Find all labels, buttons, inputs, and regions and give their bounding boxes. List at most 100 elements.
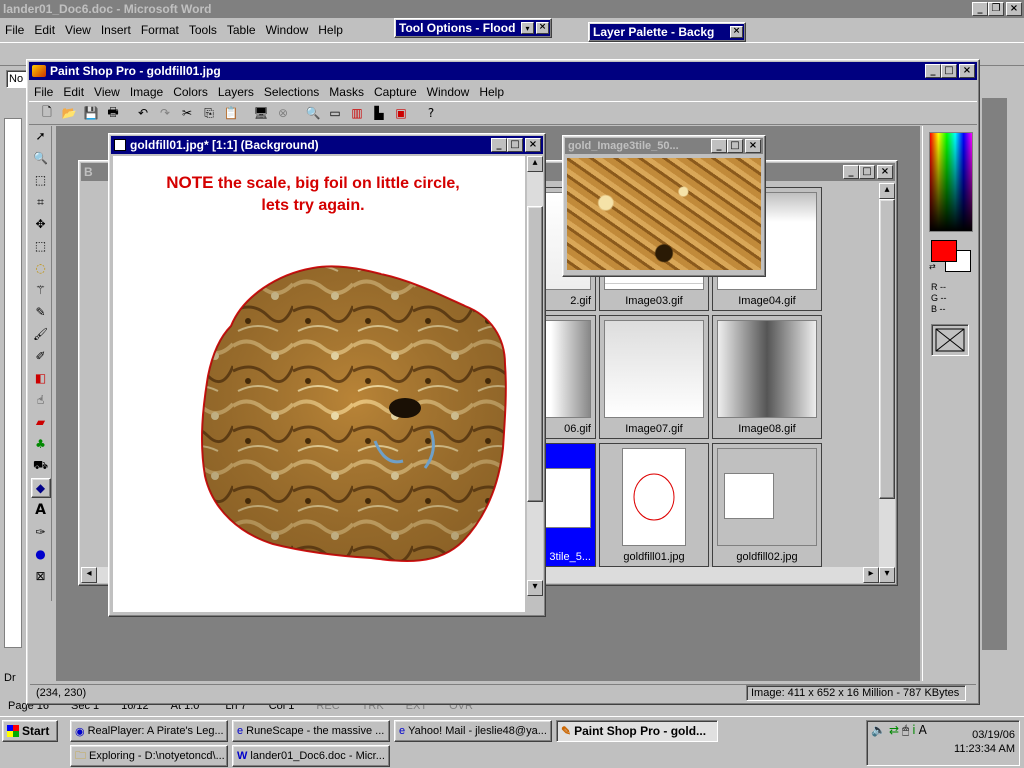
psp-menu-capture[interactable]: Capture [369, 85, 422, 99]
preset-shapes-icon[interactable]: ● [31, 544, 51, 564]
deformation-tool-icon[interactable]: ⬚ [31, 170, 51, 190]
word-style-box[interactable]: No [6, 70, 28, 88]
scroll-down-icon[interactable]: ▾ [879, 567, 895, 583]
redo-icon[interactable]: ↷ [155, 103, 175, 123]
maximize-icon[interactable]: □ [507, 138, 523, 152]
layer-palette[interactable]: Layer Palette - Backg × [588, 22, 746, 42]
word-menu-format[interactable]: Format [136, 23, 184, 37]
word-hscroll[interactable] [980, 650, 1024, 666]
paintbrush-icon[interactable]: 🖌 [31, 324, 51, 344]
zoom-icon[interactable]: 🔍 [303, 103, 323, 123]
word-menu-edit[interactable]: Edit [29, 23, 60, 37]
vector-object-icon[interactable]: ⊠ [31, 566, 51, 586]
word-menu-window[interactable]: Window [261, 23, 314, 37]
print-icon[interactable]: 🖶 [103, 103, 123, 123]
document-vscroll[interactable]: ▴ ▾ [527, 156, 543, 596]
psp-menu-view[interactable]: View [89, 85, 125, 99]
scroll-thumb[interactable] [527, 206, 543, 502]
undo-icon[interactable]: ↶ [133, 103, 153, 123]
network-icon[interactable]: ⇄ [889, 723, 899, 738]
scroll-thumb[interactable] [879, 199, 895, 499]
task-paint-shop-pro[interactable]: ✎ Paint Shop Pro - gold... [556, 720, 718, 742]
selection-tool-icon[interactable]: ⬚ [31, 236, 51, 256]
airbrush-icon[interactable]: ⛟ [31, 456, 51, 476]
tile-title-bar[interactable]: gold_Image3tile_50... _ □ × [565, 138, 763, 154]
open-icon[interactable]: 📂 [59, 103, 79, 123]
color-replacer-icon[interactable]: ◧ [31, 368, 51, 388]
save-icon[interactable]: 💾 [81, 103, 101, 123]
scroll-up-icon[interactable]: ▴ [527, 156, 543, 172]
minimize-icon[interactable]: _ [491, 138, 507, 152]
color-spectrum[interactable] [929, 132, 973, 232]
browse-vscroll[interactable]: ▴ ▾ [879, 183, 895, 583]
rollup-icon[interactable]: ▾ [521, 22, 534, 34]
mover-tool-icon[interactable]: ✥ [31, 214, 51, 234]
word-vscroll[interactable] [1006, 98, 1022, 658]
psp-title-bar[interactable]: Paint Shop Pro - goldfill01.jpg _ □ × [29, 62, 977, 80]
zoom-tool-icon[interactable]: 🔍 [31, 148, 51, 168]
restore-icon[interactable]: ❐ [988, 2, 1004, 16]
task-realplayer[interactable]: ◉ RealPlayer: A Pirate's Leg... [70, 720, 228, 742]
swap-colors-icon[interactable]: ⇄ [929, 262, 936, 271]
mouse-icon[interactable]: 🖱 [902, 723, 909, 738]
task-yahoo-mail[interactable]: e Yahoo! Mail - jleslie48@ya... [394, 720, 552, 742]
psp-menu-colors[interactable]: Colors [168, 85, 213, 99]
task-word[interactable]: W lander01_Doc6.doc - Micr... [232, 745, 390, 767]
arrow-tool-icon[interactable]: ➚ [31, 126, 51, 146]
psp-menu-selections[interactable]: Selections [259, 85, 324, 99]
psp-menu-image[interactable]: Image [125, 85, 168, 99]
text-tool-icon[interactable]: A [31, 500, 51, 520]
maximize-icon[interactable]: □ [859, 165, 875, 179]
word-menu-tools[interactable]: Tools [184, 23, 222, 37]
minimize-icon[interactable]: _ [972, 2, 988, 16]
tool-options-palette[interactable]: Tool Options - Flood ▾ × [394, 18, 552, 38]
eraser-icon[interactable]: ▰ [31, 412, 51, 432]
word-menu-insert[interactable]: Insert [96, 23, 136, 37]
psp-menu-layers[interactable]: Layers [213, 85, 259, 99]
info-icon[interactable]: i [912, 723, 915, 738]
maximize-icon[interactable]: □ [941, 64, 957, 78]
layer-palette-title-bar[interactable]: Layer Palette - Backg [590, 24, 744, 40]
psp-menu-edit[interactable]: Edit [58, 85, 89, 99]
speaker-icon[interactable]: 🔈 [871, 723, 886, 738]
word-menu-table[interactable]: Table [222, 23, 261, 37]
magic-wand-icon[interactable]: ⚚ [31, 280, 51, 300]
psp-menu-help[interactable]: Help [474, 85, 509, 99]
scroll-left-icon[interactable]: ◂ [81, 567, 97, 583]
dropper-tool-icon[interactable]: ✎ [31, 302, 51, 322]
word-draw-label[interactable]: Dr [4, 672, 16, 684]
thumbnail[interactable]: Image08.gif [712, 315, 822, 439]
thumbnail[interactable]: Image07.gif [599, 315, 709, 439]
psp-menu-file[interactable]: File [29, 85, 58, 99]
task-runescape[interactable]: e RuneScape - the massive ... [232, 720, 390, 742]
browse-icon[interactable]: 🖥 [251, 103, 271, 123]
clone-brush-icon[interactable]: ✐ [31, 346, 51, 366]
psp-menu-masks[interactable]: Masks [324, 85, 369, 99]
scroll-right-icon[interactable]: ▸ [863, 567, 879, 583]
close-icon[interactable]: × [525, 138, 541, 152]
color-palette-icon[interactable]: ▥ [347, 103, 367, 123]
style-swatch-icon[interactable] [931, 324, 969, 356]
scroll-up-icon[interactable]: ▴ [879, 183, 895, 199]
close-icon[interactable]: × [745, 139, 761, 153]
draw-tool-icon[interactable]: ✑ [31, 522, 51, 542]
minimize-icon[interactable]: _ [843, 165, 859, 179]
word-menu-help[interactable]: Help [313, 23, 348, 37]
thumbnail[interactable]: goldfill02.jpg [712, 443, 822, 567]
start-button[interactable]: Start [2, 720, 58, 742]
gold-tile-image[interactable] [567, 158, 761, 270]
stop-icon[interactable]: ⊗ [273, 103, 293, 123]
crop-tool-icon[interactable]: ⌗ [31, 192, 51, 212]
document-canvas[interactable]: NOTE the scale, big foil on little circl… [113, 156, 525, 612]
task-explorer[interactable]: 🗀 Exploring - D:\notyetoncd\... [70, 745, 228, 767]
histogram-icon[interactable]: ▙ [369, 103, 389, 123]
layers-icon[interactable]: ▣ [391, 103, 411, 123]
paste-icon[interactable]: 📋 [221, 103, 241, 123]
maximize-icon[interactable]: □ [727, 139, 743, 153]
copy-icon[interactable]: ⎘ [199, 103, 219, 123]
new-icon[interactable]: 🗋 [37, 103, 57, 123]
minimize-icon[interactable]: _ [925, 64, 941, 78]
psp-menu-window[interactable]: Window [422, 85, 475, 99]
thumbnail[interactable]: goldfill01.jpg [599, 443, 709, 567]
toolbar-options-icon[interactable]: ▭ [325, 103, 345, 123]
